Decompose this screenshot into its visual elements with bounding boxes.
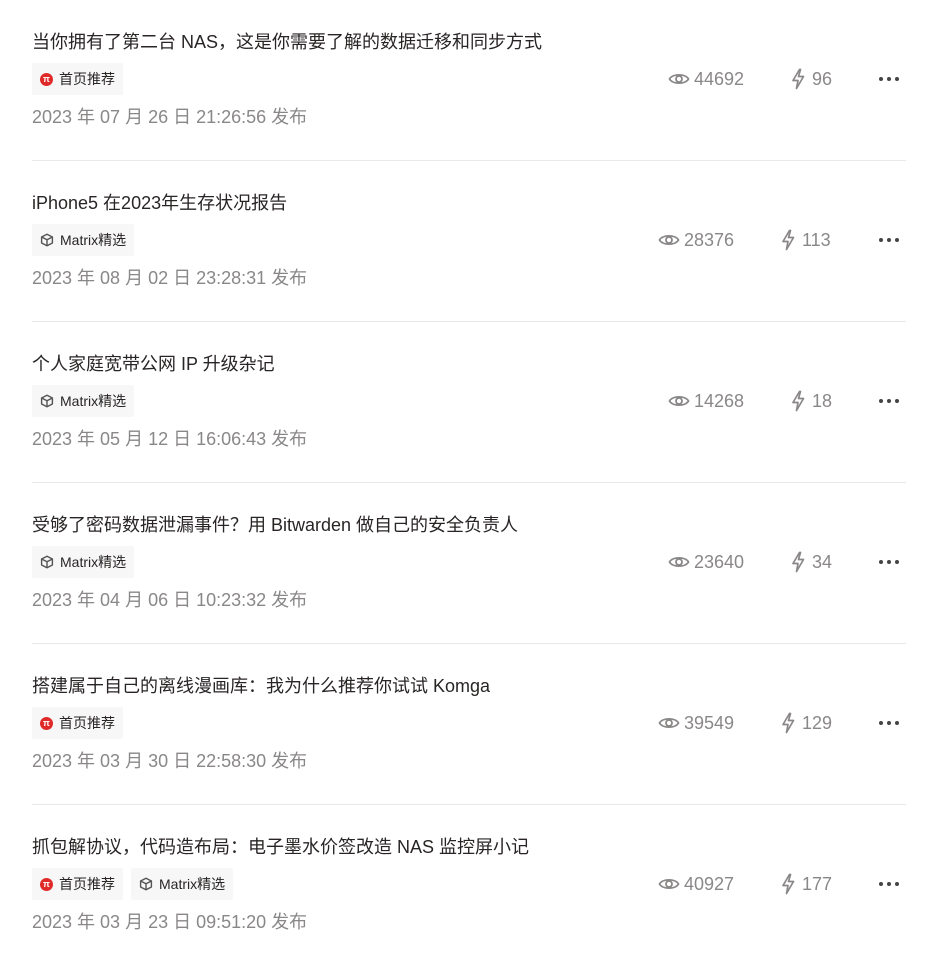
tag-label: 首页推荐 xyxy=(59,876,115,892)
charge-count-value: 96 xyxy=(812,68,833,89)
pi-badge-icon: π xyxy=(40,72,53,86)
view-count-value: 39549 xyxy=(684,712,735,733)
article-item[interactable]: 个人家庭宽带公网 IP 升级杂记 Matrix精选 14268 18 2023 … xyxy=(0,322,933,483)
view-count: 28376 xyxy=(658,225,734,255)
tag-matrix-pick[interactable]: Matrix精选 xyxy=(32,385,135,417)
tag-home-recommend[interactable]: π 首页推荐 xyxy=(32,868,123,900)
charge-count[interactable]: 18 xyxy=(790,386,832,416)
article-tags: Matrix精选 xyxy=(32,385,135,417)
article-tags: Matrix精选 xyxy=(32,546,135,578)
more-dots-icon[interactable] xyxy=(877,225,901,255)
charge-count[interactable]: 177 xyxy=(780,869,832,899)
view-count-value: 14268 xyxy=(694,390,745,411)
publish-date: 2023 年 05 月 12 日 16:06:43 发布 xyxy=(32,429,308,449)
tag-label: Matrix精选 xyxy=(60,232,127,248)
view-count-value: 23640 xyxy=(694,551,745,572)
eye-icon xyxy=(668,71,694,87)
view-count: 44692 xyxy=(668,64,744,94)
tag-matrix-pick[interactable]: Matrix精选 xyxy=(131,868,234,900)
article-item[interactable]: 受够了密码数据泄漏事件？用 Bitwarden 做自己的安全负责人 Matrix… xyxy=(0,483,933,644)
tag-label: 首页推荐 xyxy=(59,715,115,731)
lightning-icon xyxy=(780,229,802,251)
charge-count-value: 18 xyxy=(812,390,833,411)
tag-home-recommend[interactable]: π 首页推荐 xyxy=(32,63,123,95)
charge-count[interactable]: 129 xyxy=(780,708,832,738)
eye-icon xyxy=(668,554,694,570)
charge-count-value: 113 xyxy=(802,229,831,250)
cube-icon xyxy=(40,233,54,247)
view-count-value: 28376 xyxy=(684,229,735,250)
article-tags: π 首页推荐 xyxy=(32,63,123,95)
publish-date: 2023 年 03 月 23 日 09:51:20 发布 xyxy=(32,912,308,932)
tag-label: 首页推荐 xyxy=(59,71,115,87)
lightning-icon xyxy=(780,712,802,734)
charge-count-value: 129 xyxy=(802,712,833,733)
article-title[interactable]: 个人家庭宽带公网 IP 升级杂记 xyxy=(32,352,275,376)
article-title[interactable]: 受够了密码数据泄漏事件？用 Bitwarden 做自己的安全负责人 xyxy=(32,513,518,537)
tag-label: Matrix精选 xyxy=(159,876,226,892)
lightning-icon xyxy=(790,390,812,412)
article-title[interactable]: 当你拥有了第二台 NAS，这是你需要了解的数据迁移和同步方式 xyxy=(32,30,542,54)
article-tags: π 首页推荐 Matrix精选 xyxy=(32,868,234,900)
lightning-icon xyxy=(790,68,812,90)
charge-count[interactable]: 113 xyxy=(780,225,831,255)
eye-icon xyxy=(658,876,684,892)
tag-label: Matrix精选 xyxy=(60,393,127,409)
pi-badge-icon: π xyxy=(40,877,53,891)
article-item[interactable]: 当你拥有了第二台 NAS，这是你需要了解的数据迁移和同步方式 π 首页推荐 446… xyxy=(0,0,933,161)
more-dots-icon[interactable] xyxy=(877,547,901,577)
more-dots-icon[interactable] xyxy=(877,708,901,738)
article-item[interactable]: 搭建属于自己的离线漫画库：我为什么推荐你试试 Komga π 首页推荐 39549… xyxy=(0,644,933,805)
view-count: 39549 xyxy=(658,708,734,738)
tag-matrix-pick[interactable]: Matrix精选 xyxy=(32,224,135,256)
charge-count-value: 177 xyxy=(802,873,833,894)
lightning-icon xyxy=(780,873,802,895)
article-list: 当你拥有了第二台 NAS，这是你需要了解的数据迁移和同步方式 π 首页推荐 446… xyxy=(0,0,933,966)
tag-label: Matrix精选 xyxy=(60,554,127,570)
more-dots-icon[interactable] xyxy=(877,64,901,94)
view-count-value: 40927 xyxy=(684,873,735,894)
view-count: 40927 xyxy=(658,869,734,899)
publish-date: 2023 年 03 月 30 日 22:58:30 发布 xyxy=(32,751,308,771)
tag-home-recommend[interactable]: π 首页推荐 xyxy=(32,707,123,739)
charge-count[interactable]: 96 xyxy=(790,64,832,94)
lightning-icon xyxy=(790,551,812,573)
cube-icon xyxy=(40,394,54,408)
pi-badge-icon: π xyxy=(40,716,53,730)
cube-icon xyxy=(139,877,153,891)
view-count: 14268 xyxy=(668,386,744,416)
publish-date: 2023 年 07 月 26 日 21:26:56 发布 xyxy=(32,107,308,127)
article-item[interactable]: 抓包解协议，代码造布局：电子墨水价签改造 NAS 监控屏小记 π 首页推荐 Matr… xyxy=(0,805,933,966)
view-count: 23640 xyxy=(668,547,744,577)
charge-count-value: 34 xyxy=(812,551,833,572)
publish-date: 2023 年 08 月 02 日 23:28:31 发布 xyxy=(32,268,308,288)
more-dots-icon[interactable] xyxy=(877,386,901,416)
article-tags: π 首页推荐 xyxy=(32,707,123,739)
charge-count[interactable]: 34 xyxy=(790,547,832,577)
article-title[interactable]: 搭建属于自己的离线漫画库：我为什么推荐你试试 Komga xyxy=(32,674,490,698)
cube-icon xyxy=(40,555,54,569)
more-dots-icon[interactable] xyxy=(877,869,901,899)
view-count-value: 44692 xyxy=(694,68,745,89)
article-item[interactable]: iPhone5 在2023年生存状况报告 Matrix精选 28376 113 … xyxy=(0,161,933,322)
article-title[interactable]: 抓包解协议，代码造布局：电子墨水价签改造 NAS 监控屏小记 xyxy=(32,835,529,859)
eye-icon xyxy=(658,715,684,731)
eye-icon xyxy=(658,232,684,248)
publish-date: 2023 年 04 月 06 日 10:23:32 发布 xyxy=(32,590,308,610)
eye-icon xyxy=(668,393,694,409)
tag-matrix-pick[interactable]: Matrix精选 xyxy=(32,546,135,578)
article-title[interactable]: iPhone5 在2023年生存状况报告 xyxy=(32,191,287,215)
article-tags: Matrix精选 xyxy=(32,224,135,256)
